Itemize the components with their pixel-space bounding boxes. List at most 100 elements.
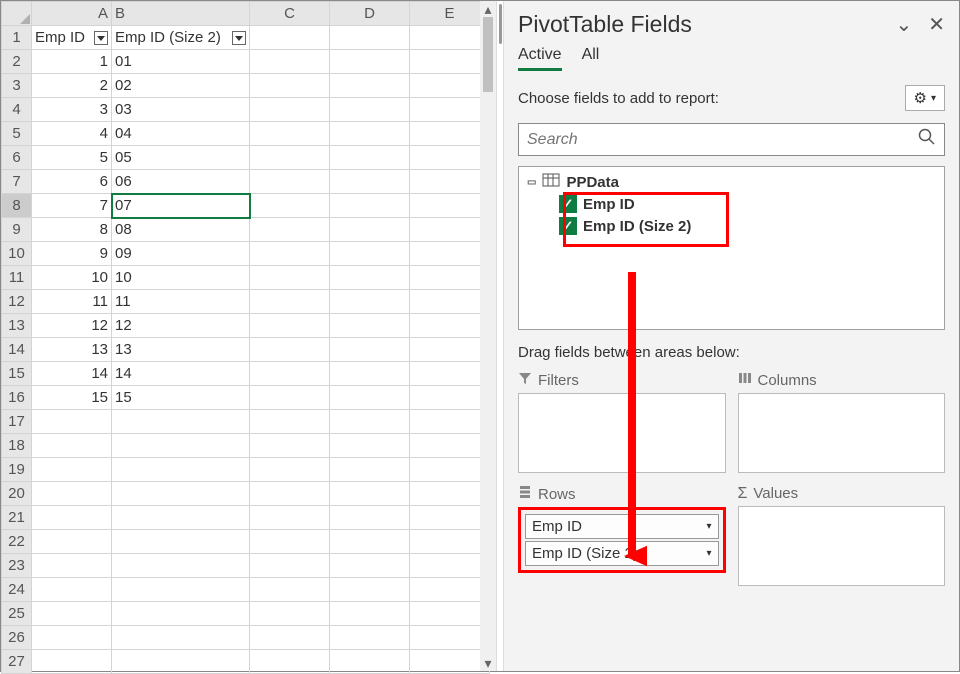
cell[interactable] [410, 362, 490, 386]
cell[interactable] [250, 74, 330, 98]
table-node[interactable]: ▭ PPData [525, 171, 938, 193]
cell[interactable] [410, 50, 490, 74]
cell[interactable] [250, 458, 330, 482]
cell[interactable] [250, 386, 330, 410]
cell[interactable] [410, 578, 490, 602]
cell[interactable] [32, 482, 112, 506]
row-header[interactable]: 22 [2, 530, 32, 554]
select-all-cell[interactable] [2, 2, 32, 26]
cell[interactable] [330, 578, 410, 602]
cell[interactable] [330, 650, 410, 674]
field-emp-id[interactable]: ✓ Emp ID [525, 193, 938, 215]
cell[interactable] [112, 482, 250, 506]
cell[interactable] [330, 26, 410, 50]
cell[interactable] [410, 74, 490, 98]
cell[interactable] [410, 314, 490, 338]
cell[interactable] [330, 122, 410, 146]
cell[interactable] [410, 458, 490, 482]
chevron-down-icon[interactable]: ▾ [706, 548, 711, 559]
panel-splitter[interactable] [496, 1, 504, 671]
cell[interactable] [32, 650, 112, 674]
cell[interactable]: 2 [32, 74, 112, 98]
cell[interactable] [112, 506, 250, 530]
chevron-down-icon[interactable]: ▾ [706, 521, 711, 532]
row-item-emp-id-size2[interactable]: Emp ID (Size 2) ▾ [525, 541, 719, 566]
cell[interactable] [330, 602, 410, 626]
cell[interactable]: 14 [112, 362, 250, 386]
cell[interactable]: 4 [32, 122, 112, 146]
cell[interactable] [112, 650, 250, 674]
cell[interactable] [250, 50, 330, 74]
cell[interactable]: 13 [112, 338, 250, 362]
cell[interactable] [330, 98, 410, 122]
tab-active[interactable]: Active [518, 46, 562, 71]
row-header[interactable]: 7 [2, 170, 32, 194]
cell[interactable] [330, 386, 410, 410]
cell[interactable] [32, 530, 112, 554]
cell[interactable]: 5 [32, 146, 112, 170]
row-header[interactable]: 17 [2, 410, 32, 434]
cell[interactable] [410, 410, 490, 434]
cell[interactable] [410, 146, 490, 170]
cell[interactable] [250, 170, 330, 194]
row-header[interactable]: 20 [2, 482, 32, 506]
cell[interactable]: 07 [112, 194, 250, 218]
row-header[interactable]: 8 [2, 194, 32, 218]
filters-dropzone[interactable] [518, 393, 726, 473]
cell[interactable] [330, 218, 410, 242]
cell[interactable] [410, 266, 490, 290]
row-header[interactable]: 16 [2, 386, 32, 410]
cell[interactable] [250, 410, 330, 434]
filter-dropdown-icon[interactable] [232, 31, 246, 45]
cell[interactable] [32, 410, 112, 434]
pivot-header-a[interactable]: Emp ID [32, 26, 112, 50]
checkbox-checked-icon[interactable]: ✓ [559, 195, 577, 213]
cell[interactable] [330, 434, 410, 458]
cell[interactable] [250, 482, 330, 506]
row-header[interactable]: 24 [2, 578, 32, 602]
cell[interactable]: 03 [112, 98, 250, 122]
cell[interactable] [32, 602, 112, 626]
row-header[interactable]: 1 [2, 26, 32, 50]
search-input[interactable] [527, 131, 918, 149]
cell[interactable]: 06 [112, 170, 250, 194]
cell[interactable] [250, 194, 330, 218]
cell[interactable] [250, 578, 330, 602]
cell[interactable] [330, 482, 410, 506]
cell[interactable]: 02 [112, 74, 250, 98]
cell[interactable] [250, 602, 330, 626]
row-header[interactable]: 4 [2, 98, 32, 122]
cell[interactable] [32, 578, 112, 602]
columns-dropzone[interactable] [738, 393, 946, 473]
settings-button[interactable]: ⚙ ▾ [905, 85, 945, 111]
row-header[interactable]: 19 [2, 458, 32, 482]
cell[interactable] [330, 506, 410, 530]
cell[interactable] [330, 74, 410, 98]
field-emp-id-size2[interactable]: ✓ Emp ID (Size 2) [525, 215, 938, 237]
cell[interactable] [250, 362, 330, 386]
cell[interactable]: 14 [32, 362, 112, 386]
cell[interactable] [330, 458, 410, 482]
cell[interactable] [250, 626, 330, 650]
row-header[interactable]: 14 [2, 338, 32, 362]
cell[interactable] [112, 626, 250, 650]
cell[interactable] [32, 554, 112, 578]
col-header-A[interactable]: A [32, 2, 112, 26]
cell[interactable] [112, 554, 250, 578]
cell[interactable] [250, 266, 330, 290]
col-header-E[interactable]: E [410, 2, 490, 26]
cell[interactable]: 12 [32, 314, 112, 338]
row-header[interactable]: 11 [2, 266, 32, 290]
cell[interactable] [410, 650, 490, 674]
cell[interactable]: 1 [32, 50, 112, 74]
row-item-emp-id[interactable]: Emp ID ▾ [525, 514, 719, 539]
cell[interactable]: 15 [32, 386, 112, 410]
row-header[interactable]: 2 [2, 50, 32, 74]
cell[interactable] [250, 242, 330, 266]
cell[interactable] [32, 506, 112, 530]
cell[interactable] [410, 554, 490, 578]
cell[interactable] [32, 626, 112, 650]
cell[interactable]: 10 [112, 266, 250, 290]
cell[interactable] [410, 602, 490, 626]
cell[interactable] [410, 386, 490, 410]
